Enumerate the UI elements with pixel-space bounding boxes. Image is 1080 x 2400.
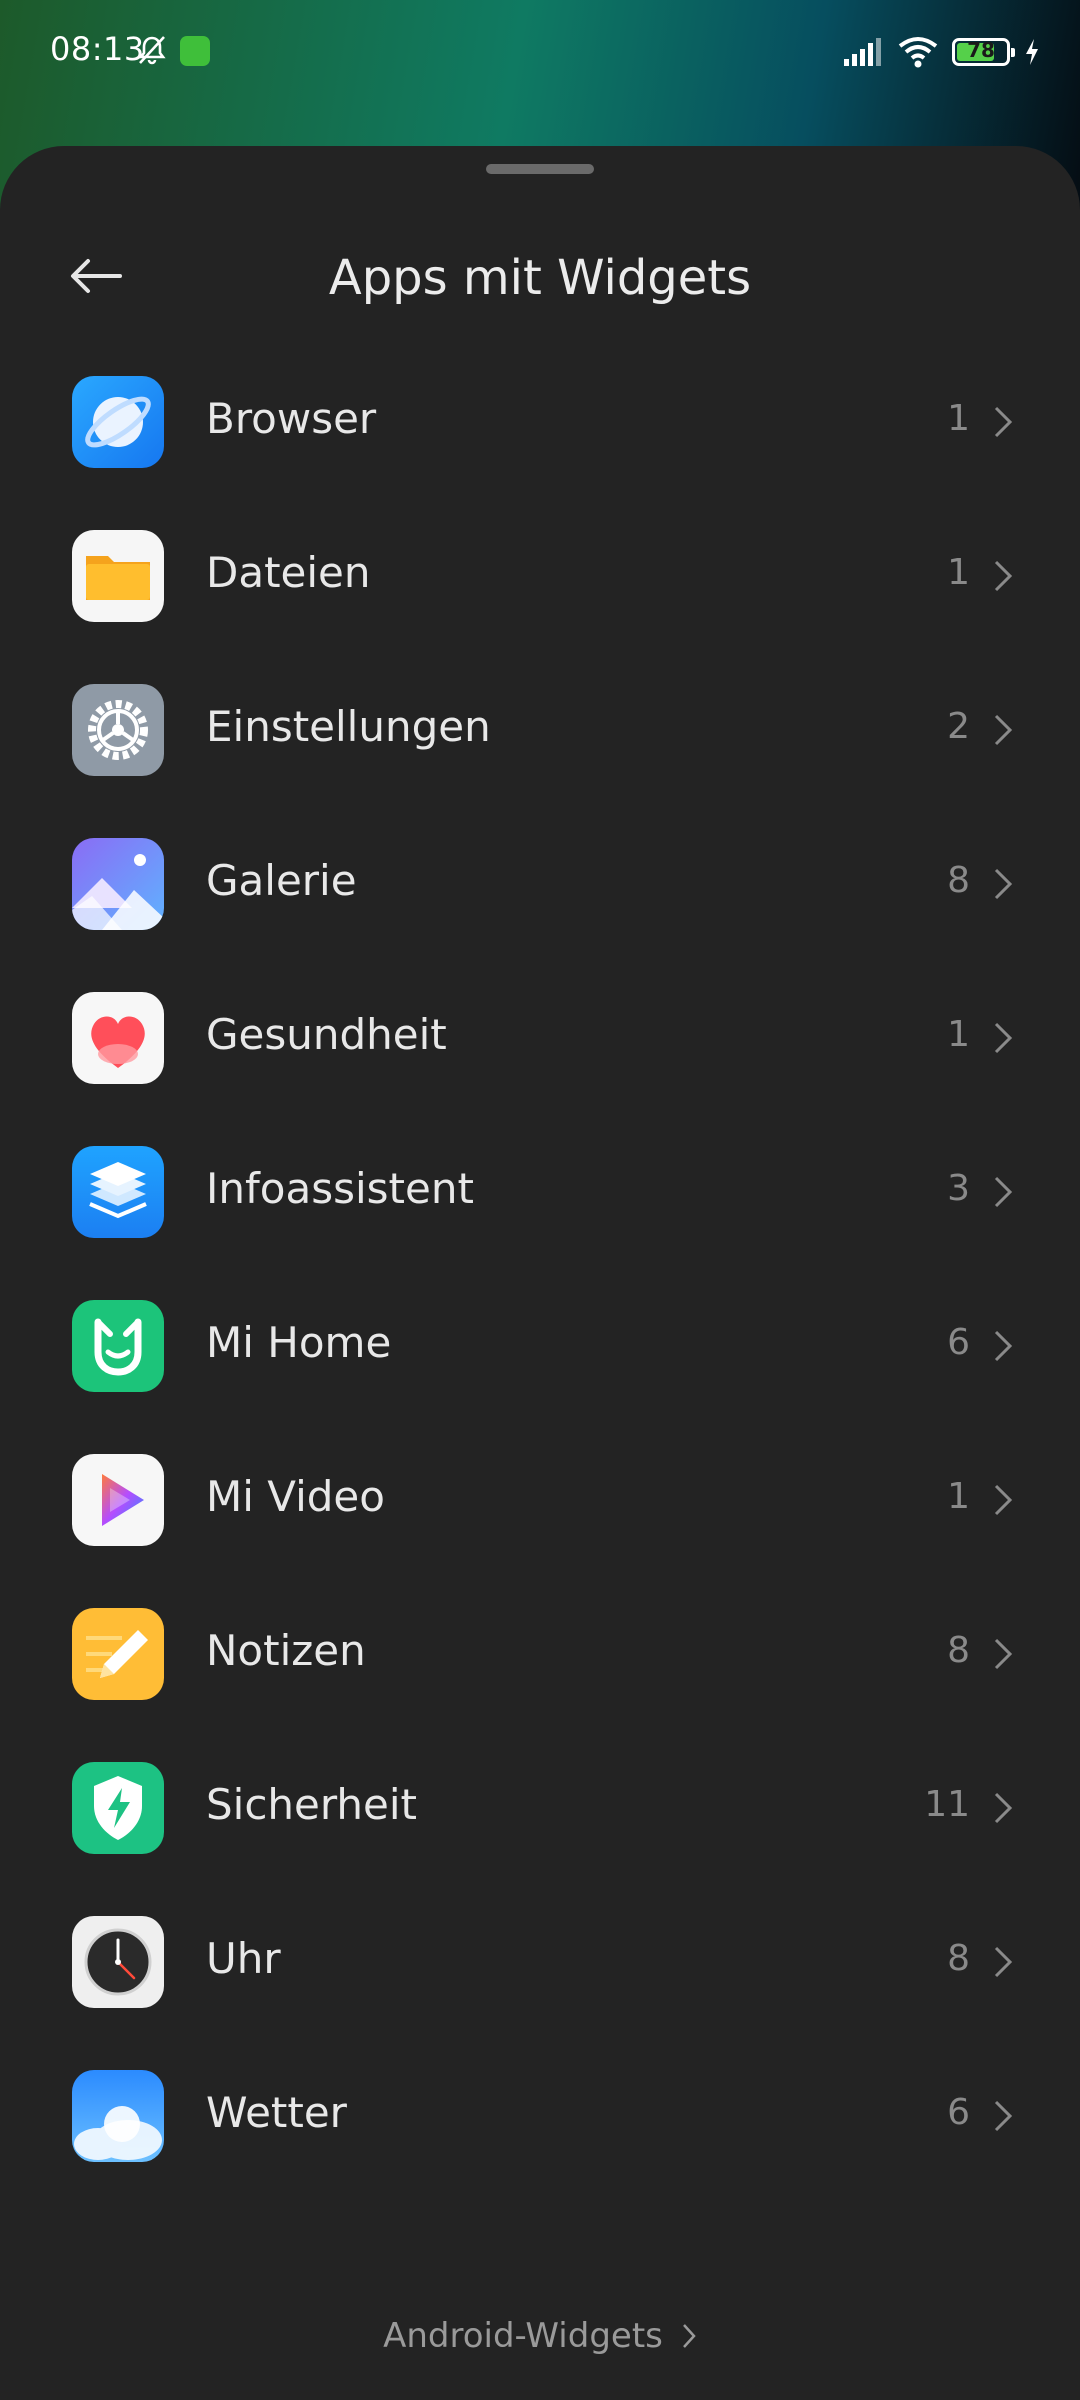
- app-row-einstellungen[interactable]: Einstellungen 2: [0, 654, 1080, 808]
- app-name: Browser: [206, 394, 377, 443]
- chevron-right-icon: [994, 1946, 1013, 1978]
- app-row-uhr[interactable]: Uhr 8: [0, 1886, 1080, 2040]
- chevron-right-icon: [994, 2100, 1013, 2132]
- charging-bolt-icon: [1026, 39, 1038, 65]
- app-row-sicherheit[interactable]: Sicherheit 11: [0, 1732, 1080, 1886]
- shield-bolt-icon: [72, 1762, 164, 1854]
- app-row-notizen[interactable]: Notizen 8: [0, 1578, 1080, 1732]
- settings-gear-icon: [72, 684, 164, 776]
- signal-icon: [844, 38, 881, 66]
- app-row-mi-home[interactable]: Mi Home 6: [0, 1270, 1080, 1424]
- wifi-icon: [898, 37, 938, 68]
- mi-home-icon: [72, 1300, 164, 1392]
- play-icon: [72, 1454, 164, 1546]
- chevron-right-icon: [994, 868, 1013, 900]
- muted-bell-icon: [138, 36, 166, 65]
- app-name: Mi Home: [206, 1318, 392, 1367]
- app-list: Browser 1 Dateien 1 Einstellungen 2 Gale…: [0, 346, 1080, 2194]
- app-name: Uhr: [206, 1934, 281, 1983]
- widgets-sheet: Apps mit Widgets Browser 1 Dateien 1 Ein…: [0, 146, 1080, 2400]
- app-row-mi-video[interactable]: Mi Video 1: [0, 1424, 1080, 1578]
- chevron-right-icon: [682, 2324, 696, 2348]
- chevron-right-icon: [994, 1484, 1013, 1516]
- widget-count: 8: [947, 1938, 970, 1979]
- status-right-group: 78: [842, 32, 1040, 72]
- android-widgets-link[interactable]: Android-Widgets: [0, 2316, 1080, 2356]
- app-row-galerie[interactable]: Galerie 8: [0, 808, 1080, 962]
- clock-icon: [72, 1916, 164, 2008]
- android-app-notification-icon: [180, 36, 210, 66]
- app-row-gesundheit[interactable]: Gesundheit 1: [0, 962, 1080, 1116]
- widget-count: 6: [947, 2092, 970, 2133]
- widget-count: 1: [947, 1476, 970, 1517]
- status-time: 08:13: [50, 30, 145, 68]
- widget-count: 8: [947, 1630, 970, 1671]
- app-row-wetter[interactable]: Wetter 6: [0, 2040, 1080, 2194]
- widget-count: 8: [947, 860, 970, 901]
- app-name: Galerie: [206, 856, 357, 905]
- app-name: Sicherheit: [206, 1780, 418, 1829]
- app-name: Infoassistent: [206, 1164, 474, 1213]
- folder-icon: [72, 530, 164, 622]
- chevron-right-icon: [994, 1638, 1013, 1670]
- battery-icon: 78: [952, 38, 1015, 66]
- widget-count: 3: [947, 1168, 970, 1209]
- chevron-right-icon: [994, 560, 1013, 592]
- chevron-right-icon: [994, 406, 1013, 438]
- app-row-browser[interactable]: Browser 1: [0, 346, 1080, 500]
- widget-count: 2: [947, 706, 970, 747]
- app-name: Wetter: [206, 2088, 347, 2137]
- widget-count: 6: [947, 1322, 970, 1363]
- widget-count: 1: [947, 1014, 970, 1055]
- chevron-right-icon: [994, 1330, 1013, 1362]
- app-name: Notizen: [206, 1626, 366, 1675]
- notes-pencil-icon: [72, 1608, 164, 1700]
- gallery-icon: [72, 838, 164, 930]
- chevron-right-icon: [994, 1792, 1013, 1824]
- widget-count: 1: [947, 552, 970, 593]
- chevron-right-icon: [994, 714, 1013, 746]
- browser-icon: [72, 376, 164, 468]
- cloud-icon: [72, 2070, 164, 2162]
- drag-handle[interactable]: [486, 164, 594, 174]
- header: Apps mit Widgets: [0, 206, 1080, 346]
- app-row-infoassistent[interactable]: Infoassistent 3: [0, 1116, 1080, 1270]
- android-widgets-label: Android-Widgets: [383, 2316, 663, 2356]
- app-name: Mi Video: [206, 1472, 385, 1521]
- chevron-right-icon: [994, 1022, 1013, 1054]
- status-bar: 08:13 78: [0, 0, 1080, 110]
- widget-count: 11: [924, 1784, 970, 1825]
- widget-count: 1: [947, 398, 970, 439]
- chevron-right-icon: [994, 1176, 1013, 1208]
- page-title: Apps mit Widgets: [328, 250, 752, 306]
- app-name: Gesundheit: [206, 1010, 447, 1059]
- heart-icon: [72, 992, 164, 1084]
- app-name: Einstellungen: [206, 702, 491, 751]
- app-row-dateien[interactable]: Dateien 1: [0, 500, 1080, 654]
- app-name: Dateien: [206, 548, 371, 597]
- layers-icon: [72, 1146, 164, 1238]
- battery-level: 78: [967, 38, 995, 62]
